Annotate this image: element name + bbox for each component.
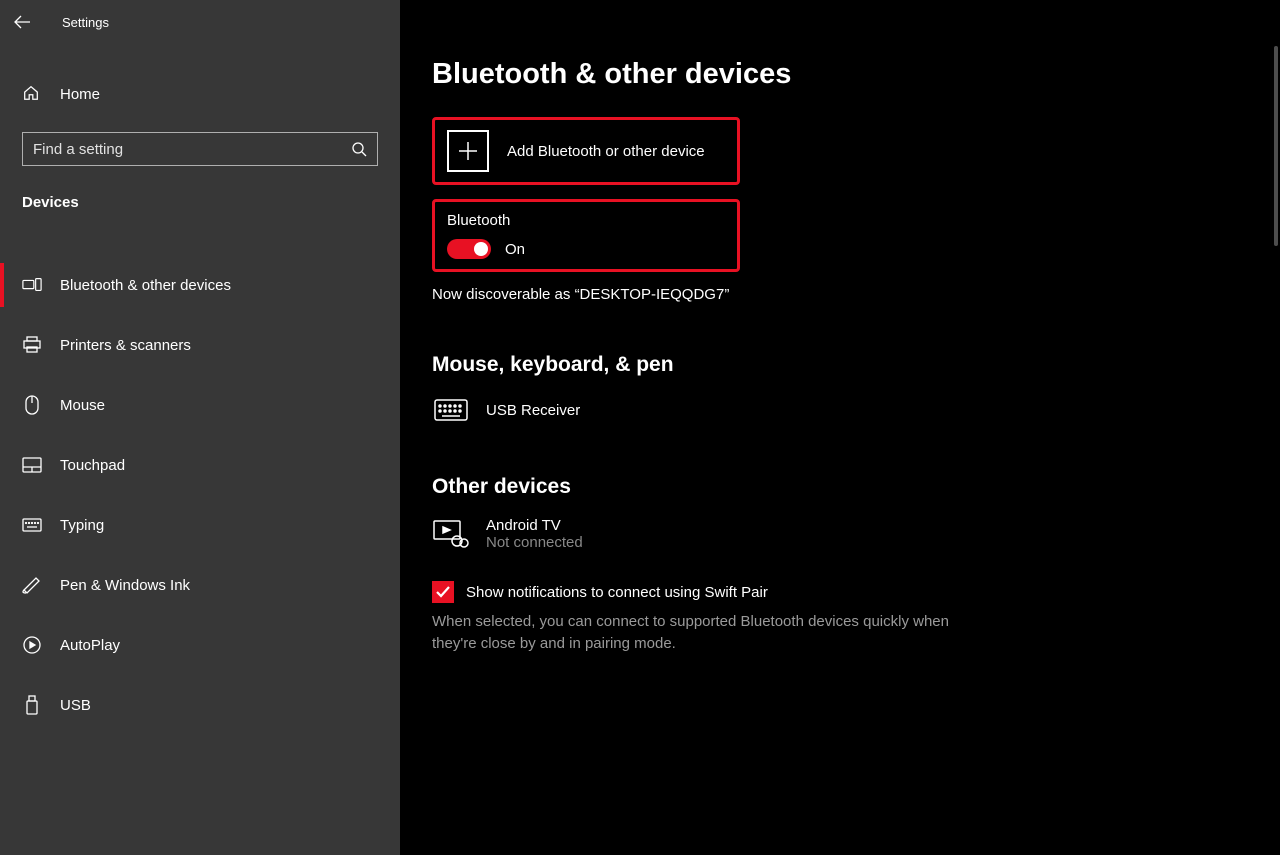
plus-icon bbox=[447, 130, 489, 172]
sidebar-item-label: Bluetooth & other devices bbox=[60, 277, 231, 294]
sidebar-item-usb[interactable]: USB bbox=[0, 675, 400, 735]
toggle-knob bbox=[474, 242, 488, 256]
sidebar-item-label: Typing bbox=[60, 517, 104, 534]
sidebar-item-label: Printers & scanners bbox=[60, 337, 191, 354]
device-android-tv[interactable]: Android TV Not connected bbox=[432, 517, 1248, 551]
device-name: Android TV bbox=[486, 517, 583, 534]
autoplay-icon bbox=[22, 635, 42, 655]
device-name: USB Receiver bbox=[486, 402, 580, 419]
home-button[interactable]: Home bbox=[0, 66, 400, 122]
pen-icon bbox=[22, 575, 42, 595]
swift-pair-checkbox[interactable] bbox=[432, 581, 454, 603]
sidebar-item-pen[interactable]: Pen & Windows Ink bbox=[0, 555, 400, 615]
search-icon bbox=[351, 141, 367, 157]
device-usb-receiver[interactable]: USB Receiver bbox=[432, 395, 1248, 425]
section-mouse-keyboard-pen: Mouse, keyboard, & pen bbox=[432, 353, 1248, 377]
sidebar: Home Devices Bluetooth & other devices bbox=[0, 0, 400, 855]
search-box[interactable] bbox=[22, 132, 378, 166]
toggle-state-text: On bbox=[505, 241, 525, 258]
highlight-add-device: Add Bluetooth or other device bbox=[432, 117, 740, 185]
swift-pair-description: When selected, you can connect to suppor… bbox=[432, 611, 992, 655]
back-button[interactable] bbox=[0, 0, 44, 44]
sidebar-item-touchpad[interactable]: Touchpad bbox=[0, 435, 400, 495]
home-icon bbox=[22, 84, 42, 104]
sidebar-item-label: Touchpad bbox=[60, 457, 125, 474]
search-input[interactable] bbox=[33, 141, 351, 158]
category-heading: Devices bbox=[0, 166, 400, 225]
keyboard-icon bbox=[432, 395, 470, 425]
discoverable-text: Now discoverable as “DESKTOP-IEQQDG7” bbox=[432, 286, 1248, 303]
sidebar-item-typing[interactable]: Typing bbox=[0, 495, 400, 555]
bluetooth-toggle-row: On bbox=[447, 239, 725, 259]
mouse-icon bbox=[22, 395, 42, 415]
usb-icon bbox=[22, 695, 42, 715]
highlight-bluetooth-toggle: Bluetooth On bbox=[432, 199, 740, 272]
add-device-button[interactable]: Add Bluetooth or other device bbox=[447, 130, 725, 172]
device-status: Not connected bbox=[486, 534, 583, 551]
sidebar-item-label: Pen & Windows Ink bbox=[60, 577, 190, 594]
window-title: Settings bbox=[62, 15, 109, 30]
add-device-label: Add Bluetooth or other device bbox=[507, 143, 705, 160]
swift-pair-row: Show notifications to connect using Swif… bbox=[432, 581, 1248, 603]
swift-pair-label: Show notifications to connect using Swif… bbox=[466, 584, 768, 601]
bluetooth-label: Bluetooth bbox=[447, 212, 725, 229]
home-label: Home bbox=[60, 86, 100, 103]
media-device-icon bbox=[432, 519, 470, 549]
page-title: Bluetooth & other devices bbox=[432, 58, 1248, 91]
bluetooth-toggle[interactable] bbox=[447, 239, 491, 259]
touchpad-icon bbox=[22, 455, 42, 475]
main-content: Bluetooth & other devices Add Bluetooth … bbox=[400, 0, 1280, 855]
sidebar-item-mouse[interactable]: Mouse bbox=[0, 375, 400, 435]
sidebar-item-label: Mouse bbox=[60, 397, 105, 414]
section-other-devices: Other devices bbox=[432, 475, 1248, 499]
nav-list: Bluetooth & other devices Printers & sca… bbox=[0, 255, 400, 735]
sidebar-item-autoplay[interactable]: AutoPlay bbox=[0, 615, 400, 675]
sidebar-item-label: AutoPlay bbox=[60, 637, 120, 654]
printer-icon bbox=[22, 335, 42, 355]
sidebar-item-label: USB bbox=[60, 697, 91, 714]
devices-icon bbox=[22, 275, 42, 295]
keyboard-icon bbox=[22, 515, 42, 535]
sidebar-item-printers[interactable]: Printers & scanners bbox=[0, 315, 400, 375]
sidebar-item-bluetooth[interactable]: Bluetooth & other devices bbox=[0, 255, 400, 315]
scrollbar[interactable] bbox=[1274, 46, 1278, 246]
